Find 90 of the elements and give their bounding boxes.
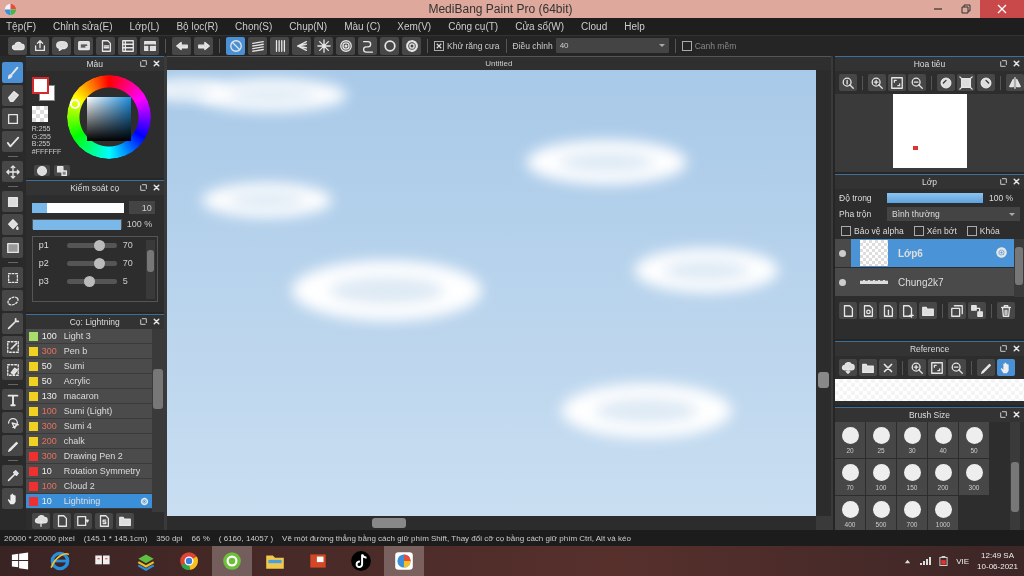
layer-row[interactable]: Chung2k7 <box>835 268 1014 297</box>
brush-list-item[interactable]: 100 Sumi (Light) <box>25 404 152 420</box>
size-value: 10 <box>128 201 155 215</box>
brush-list-item[interactable]: 100 Light 3 <box>25 329 152 345</box>
brush-size: 300 <box>40 346 58 357</box>
parameter-label: p3 <box>38 276 50 287</box>
menu-item[interactable]: Cloud <box>581 20 608 32</box>
brush-name: Sumi <box>63 361 85 372</box>
status-text: 66 % <box>191 533 210 543</box>
clock-time: 12:49 SA <box>981 550 1014 561</box>
checkbox-label: Canh mềm <box>694 41 737 51</box>
brush-name: Sumi (Light) <box>63 406 113 417</box>
brush-size: 130 <box>40 391 58 402</box>
brush-size: 50 <box>40 376 53 387</box>
brush-size: 10 <box>40 466 53 477</box>
brush-list-item[interactable]: 130 macaron <box>25 389 152 405</box>
menu-item[interactable]: Lớp(L) <box>129 20 160 32</box>
brush-size: 200 <box>40 436 58 447</box>
brush-name: Cloud 2 <box>63 481 95 492</box>
brush-size: 10 <box>40 496 53 507</box>
window-title: MediBang Paint Pro (64bit) <box>427 2 574 16</box>
brush-size: 100 <box>40 331 58 342</box>
brush-size: 300 <box>40 421 58 432</box>
status-text: (145.1 * 145.1cm) <box>83 533 148 543</box>
brush-name: Light 3 <box>63 331 91 342</box>
field-label: Độ trong <box>839 193 873 204</box>
panel-title: Lớp <box>922 177 937 188</box>
checkbox-label: Bảo vệ alpha <box>854 226 904 237</box>
document-tab[interactable]: Untitled <box>166 56 831 71</box>
layer-name: Lớp6 <box>898 247 923 259</box>
status-text: Vẽ một đường thẳng bằng cách giữ phím Shift, Thay đổi cỡ cọ bằng cách giữ phím Ctrl, Alt và kéo <box>282 533 631 543</box>
menu-item[interactable]: Cửa sổ(W) <box>515 20 565 32</box>
menu-item[interactable]: Chọn(S) <box>235 20 273 32</box>
brush-list-item[interactable]: 50 Sumi <box>25 359 152 375</box>
menu-item[interactable]: Màu (C) <box>344 20 381 32</box>
menu-item[interactable]: Chụp(N) <box>289 20 328 32</box>
brush-name: macaron <box>63 391 99 402</box>
status-text: 350 dpi <box>156 533 183 543</box>
parameter-label: p1 <box>38 240 50 251</box>
brush-size: 50 <box>40 361 53 372</box>
brush-list-item[interactable]: 100 Cloud 2 <box>25 479 152 495</box>
menu-item[interactable]: Chỉnh sửa(E) <box>53 20 113 32</box>
status-text: 20000 * 20000 pixel <box>4 533 75 543</box>
panel-title: Hoa tiêu <box>913 59 946 70</box>
clock-date: 10-06-2021 <box>977 561 1018 572</box>
parameter-value: 70 <box>122 258 133 269</box>
parameter-value: 70 <box>122 240 133 251</box>
status-text: ( 6160, 14057 ) <box>218 533 274 543</box>
brush-name: Acrylic <box>63 376 91 387</box>
brush-name: Rotation Symmetry <box>63 466 141 477</box>
dropdown-value: Bình thường <box>892 209 940 220</box>
menu-item[interactable]: Xem(V) <box>397 20 432 32</box>
menu-item[interactable]: Bộ lọc(R) <box>176 20 219 32</box>
field-label: Pha trộn <box>839 209 873 220</box>
parameter-value: 5 <box>122 276 128 287</box>
field-label: Điều chỉnh <box>512 41 553 51</box>
brush-name: Sumi 4 <box>63 421 92 432</box>
brush-list-item[interactable]: 10 Rotation Symmetry <box>25 464 152 480</box>
blend-mode-dropdown[interactable]: Bình thường <box>887 207 1020 222</box>
brush-list-item[interactable]: 300 Pen b <box>25 344 152 360</box>
panel-title: Màu <box>86 59 103 70</box>
panel-title: Reference <box>909 344 950 355</box>
layer-name: Chung2k7 <box>898 276 944 288</box>
brush-name: Drawing Pen 2 <box>63 451 123 462</box>
brush-list-item[interactable]: 200 chalk <box>25 434 152 450</box>
brush-size: 100 <box>40 406 58 417</box>
panel-title: Cọ: Lightning <box>69 317 120 328</box>
menu-item[interactable]: Công cụ(T) <box>448 20 499 32</box>
opacity-value: 100 % <box>126 219 153 230</box>
clock[interactable]: 12:49 SA 10-06-2021 <box>977 550 1018 572</box>
menu-item[interactable]: Help <box>624 20 645 32</box>
opacity-value: 100 % <box>989 193 1014 204</box>
brush-name: Pen b <box>63 346 88 357</box>
brush-list-item[interactable]: 300 Sumi 4 <box>25 419 152 435</box>
brush-size: 300 <box>40 451 58 462</box>
menu-item[interactable]: Tệp(F) <box>6 20 36 32</box>
brush-list-item[interactable]: 300 Drawing Pen 2 <box>25 449 152 465</box>
brush-size: 100 <box>40 481 58 492</box>
dropdown-value: 40 <box>559 41 569 51</box>
panel-title: Brush Size <box>908 410 951 421</box>
brush-list-item[interactable]: 50 Acrylic <box>25 374 152 390</box>
checkbox-label: Khử răng cưa <box>447 41 500 51</box>
panel-title: Kiểm soát cọ <box>70 183 120 194</box>
language-indicator[interactable]: VIE <box>956 556 970 566</box>
parameter-label: p2 <box>38 258 50 269</box>
brush-name: chalk <box>63 436 85 447</box>
checkbox-label: Xén bớt <box>926 226 957 237</box>
correction-dropdown[interactable]: 40 <box>555 38 669 54</box>
brush-name: Lightning <box>63 496 101 507</box>
checkbox-label: Khóa <box>979 226 1000 237</box>
